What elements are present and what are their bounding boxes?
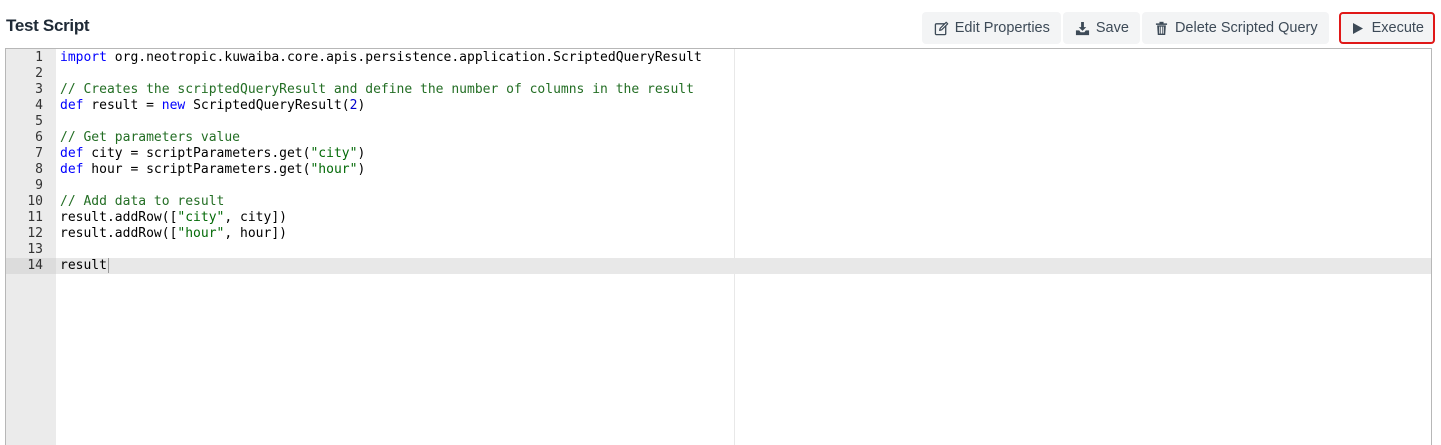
- code-line[interactable]: 5: [6, 114, 1431, 130]
- code-line[interactable]: 8 def hour = scriptParameters.get("hour"): [6, 162, 1431, 178]
- code-token: ): [357, 162, 366, 177]
- code-token: ): [357, 146, 366, 161]
- save-button[interactable]: Save: [1062, 12, 1140, 44]
- execute-button[interactable]: Execute: [1338, 12, 1435, 44]
- code-text: // Add data to result: [60, 194, 224, 210]
- delete-scripted-query-label: Delete Scripted Query: [1174, 20, 1318, 36]
- code-token: result.addRow([: [60, 210, 178, 225]
- line-number: 14: [6, 258, 56, 274]
- code-token: "city": [177, 210, 225, 225]
- header: Test Script Edit Properties Save Delete …: [0, 0, 1441, 48]
- line-number: 10: [27, 194, 43, 209]
- line-number: 2: [35, 66, 43, 81]
- line-number: 8: [35, 162, 43, 177]
- delete-scripted-query-button[interactable]: Delete Scripted Query: [1141, 12, 1329, 44]
- trash-icon: [1154, 21, 1169, 36]
- line-number: 13: [27, 242, 43, 257]
- code-token: result =: [83, 98, 162, 113]
- code-text: def result = new ScriptedQueryResult(2): [60, 98, 365, 114]
- code-text: result: [60, 258, 109, 274]
- code-token: , city]): [224, 210, 287, 225]
- code-token: // Creates the scriptedQueryResult and d…: [60, 82, 694, 97]
- code-editor[interactable]: 1 import org.neotropic.kuwaiba.core.apis.…: [5, 48, 1432, 445]
- code-text: def city = scriptParameters.get("city"): [60, 146, 365, 162]
- code-text: // Creates the scriptedQueryResult and d…: [60, 82, 694, 98]
- line-number: 11: [27, 210, 43, 225]
- download-icon: [1075, 21, 1090, 36]
- code-token: result.addRow([: [60, 226, 178, 241]
- code-text: // Get parameters value: [60, 130, 240, 146]
- code-token: hour = scriptParameters.get(: [83, 162, 311, 177]
- code-token: def: [60, 146, 84, 161]
- code-token: "hour": [310, 162, 358, 177]
- line-number: 4: [35, 98, 43, 113]
- code-text: result.addRow(["city", city]): [60, 210, 287, 226]
- line-number: 6: [35, 130, 43, 145]
- code-token: // Get parameters value: [60, 130, 241, 145]
- edit-properties-button[interactable]: Edit Properties: [921, 12, 1061, 44]
- edit-icon: [934, 21, 949, 36]
- code-token: // Add data to result: [60, 194, 225, 209]
- code-line[interactable]: 2: [6, 66, 1431, 82]
- code-token: ): [357, 98, 366, 113]
- line-number: 9: [35, 178, 43, 193]
- code-line[interactable]: 10 // Add data to result: [6, 194, 1431, 210]
- execute-label: Execute: [1371, 20, 1424, 36]
- code-token: result: [60, 258, 107, 273]
- code-token: ScriptedQueryResult(: [185, 98, 350, 113]
- code-line[interactable]: 7 def city = scriptParameters.get("city"): [6, 146, 1431, 162]
- line-number: 3: [35, 82, 43, 97]
- text-cursor: [107, 258, 109, 273]
- code-line[interactable]: 13: [6, 242, 1431, 258]
- code-token: city = scriptParameters.get(: [83, 146, 311, 161]
- code-token: def: [60, 98, 84, 113]
- code-token: org.neotropic.kuwaiba.core.apis.persiste…: [106, 50, 702, 65]
- play-icon: [1351, 21, 1366, 36]
- line-number: 1: [35, 50, 43, 65]
- code-token: def: [60, 162, 84, 177]
- page-title: Test Script: [6, 16, 90, 35]
- toolbar: Edit Properties Save Delete Scripted Que…: [921, 12, 1435, 44]
- line-number: 7: [35, 146, 43, 161]
- code-line[interactable]: 4 def result = new ScriptedQueryResult(2): [6, 98, 1431, 114]
- code-lines[interactable]: 1 import org.neotropic.kuwaiba.core.apis.…: [6, 49, 1431, 274]
- code-line[interactable]: 11 result.addRow(["city", city]): [6, 210, 1431, 226]
- code-line[interactable]: 12 result.addRow(["hour", hour]): [6, 226, 1431, 242]
- code-token: "city": [310, 146, 358, 161]
- code-line[interactable]: 14 result: [6, 258, 1431, 274]
- save-label: Save: [1095, 20, 1129, 36]
- line-number: 12: [27, 226, 43, 241]
- code-line[interactable]: 9: [6, 178, 1431, 194]
- code-text: def hour = scriptParameters.get("hour"): [60, 162, 365, 178]
- code-text: result.addRow(["hour", hour]): [60, 226, 287, 242]
- code-token: "hour": [177, 226, 225, 241]
- code-line[interactable]: 1 import org.neotropic.kuwaiba.core.apis.…: [6, 50, 1431, 66]
- code-token: new: [161, 98, 186, 113]
- line-number: 5: [35, 114, 43, 129]
- code-line[interactable]: 3 // Creates the scriptedQueryResult and …: [6, 82, 1431, 98]
- code-token: , hour]): [224, 226, 287, 241]
- code-text: import org.neotropic.kuwaiba.core.apis.p…: [60, 50, 702, 66]
- code-token: import: [60, 50, 107, 65]
- edit-properties-label: Edit Properties: [954, 20, 1050, 36]
- code-line[interactable]: 6 // Get parameters value: [6, 130, 1431, 146]
